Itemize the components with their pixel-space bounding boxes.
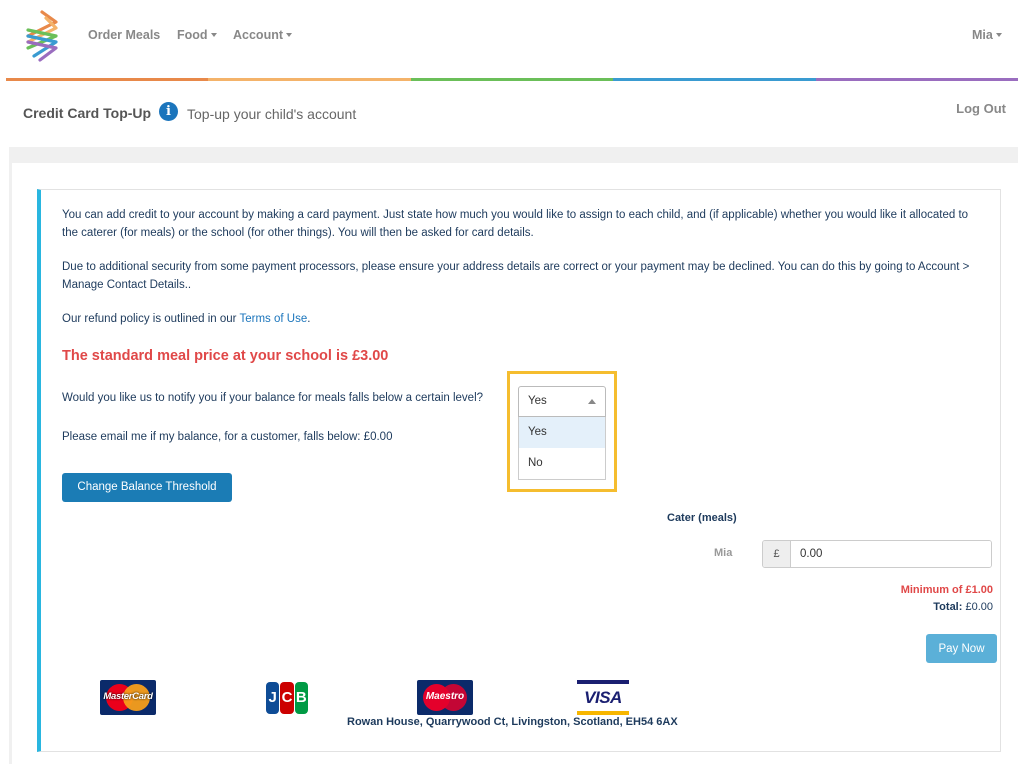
chevron-up-icon — [588, 399, 596, 404]
mastercard-logo: MasterCard — [100, 680, 156, 715]
jcb-letter: J — [266, 682, 280, 714]
jcb-letter: B — [294, 682, 308, 714]
minimum-amount-warning: Minimum of £1.00 — [900, 584, 993, 596]
nav-food-dropdown[interactable]: Food — [177, 28, 217, 42]
nav-account-label: Account — [233, 28, 283, 42]
total-value: £0.00 — [965, 601, 993, 613]
intro-paragraph: You can add credit to your account by ma… — [62, 209, 969, 239]
notify-question: Would you like us to notify you if your … — [62, 392, 484, 404]
notify-select[interactable]: Yes — [518, 386, 606, 417]
currency-addon: £ — [763, 541, 791, 567]
chevron-down-icon — [210, 33, 217, 37]
amount-input-group: £ — [762, 540, 992, 568]
page-header: Credit Card Top-Up i Top-up your child's… — [0, 81, 1018, 147]
user-menu-label: Mia — [972, 28, 993, 42]
top-navbar: Order Meals Food Account Mia — [0, 0, 1018, 80]
nav-account-dropdown[interactable]: Account — [233, 28, 292, 42]
page-subtitle: Top-up your child's account — [187, 106, 357, 122]
chevron-down-icon — [995, 33, 1002, 37]
refund-suffix: . — [307, 313, 311, 325]
terms-of-use-link[interactable]: Terms of Use — [240, 313, 308, 325]
option-no[interactable]: No — [519, 448, 605, 479]
chevron-down-icon — [286, 33, 292, 37]
refund-paragraph: Our refund policy is outlined in our Ter… — [62, 311, 982, 329]
page-title: Credit Card Top-Up — [23, 105, 152, 121]
visa-label: VISA — [584, 688, 622, 707]
maestro-label: Maestro — [425, 691, 465, 702]
nav-order-meals-label: Order Meals — [88, 28, 161, 42]
visa-logo: VISA — [577, 680, 629, 715]
threshold-text: Please email me if my balance, for a cus… — [62, 431, 393, 443]
child-name-label: Mia — [714, 547, 733, 559]
visa-bar-bottom — [577, 711, 629, 715]
refund-prefix: Our refund policy is outlined in our — [62, 313, 240, 325]
total-line: Total: £0.00 — [933, 601, 993, 613]
user-menu-dropdown[interactable]: Mia — [972, 28, 1002, 42]
info-icon[interactable]: i — [159, 102, 178, 121]
jcb-logo: J C B — [266, 682, 308, 714]
notify-select-value: Yes — [528, 395, 547, 407]
jcb-letter: C — [280, 682, 294, 714]
notify-select-options: Yes No — [518, 417, 606, 480]
mastercard-label: MasterCard — [103, 691, 153, 702]
change-balance-threshold-button[interactable]: Change Balance Threshold — [62, 473, 232, 502]
visa-bar-top — [577, 680, 629, 684]
brand-logo-icon[interactable] — [22, 10, 62, 62]
maestro-logo: Maestro — [417, 680, 473, 715]
meal-price-notice: The standard meal price at your school i… — [62, 348, 389, 364]
cater-column-header: Cater (meals) — [667, 512, 737, 524]
logout-link[interactable]: Log Out — [956, 101, 1006, 116]
security-paragraph: Due to additional security from some pay… — [62, 261, 970, 291]
total-label: Total: — [933, 601, 963, 613]
option-yes[interactable]: Yes — [519, 417, 605, 448]
company-address: Rowan House, Quarrywood Ct, Livingston, … — [347, 716, 678, 728]
nav-food-label: Food — [177, 28, 208, 42]
cater-amount-input[interactable] — [791, 541, 991, 567]
pay-now-button[interactable]: Pay Now — [926, 634, 997, 663]
nav-order-meals[interactable]: Order Meals — [88, 28, 160, 42]
